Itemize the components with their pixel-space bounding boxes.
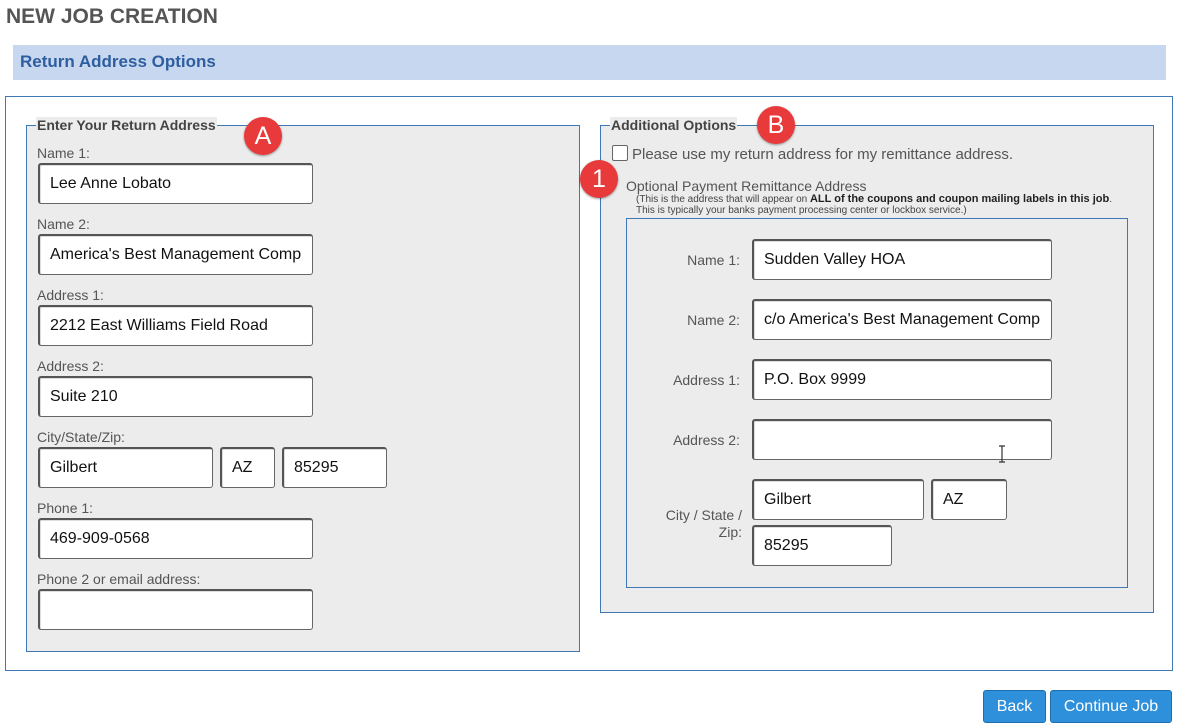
remit-city-state-zip-label: City / State / Zip: xyxy=(665,507,742,540)
remit-name2-input[interactable] xyxy=(752,299,1052,340)
address1-label: Address 1: xyxy=(37,287,104,303)
remit-address1-input[interactable] xyxy=(752,359,1052,400)
address2-label: Address 2: xyxy=(37,358,104,374)
phone2-input[interactable] xyxy=(38,589,313,630)
return-address-legend: Enter Your Return Address xyxy=(36,117,217,133)
back-button[interactable]: Back xyxy=(983,690,1046,723)
additional-options-legend: Additional Options xyxy=(610,117,738,133)
annotation-marker-1: 1 xyxy=(580,160,618,198)
address1-input[interactable] xyxy=(38,305,313,346)
address2-input[interactable] xyxy=(38,376,313,417)
remit-name2-label: Name 2: xyxy=(687,312,740,328)
city-input[interactable] xyxy=(38,447,213,488)
phone2-label: Phone 2 or email address: xyxy=(37,571,201,587)
remittance-note-bold: ALL of the coupons and coupon mailing la… xyxy=(809,193,1110,205)
annotation-marker-a: A xyxy=(244,117,282,155)
name2-input[interactable] xyxy=(38,234,313,275)
remit-zip-input[interactable] xyxy=(752,525,892,566)
city-state-zip-label: City/State/Zip: xyxy=(37,429,125,445)
zip-input[interactable] xyxy=(282,447,387,488)
remit-address2-input[interactable] xyxy=(752,419,1052,460)
remittance-title: Optional Payment Remittance Address xyxy=(626,178,867,194)
state-input[interactable] xyxy=(220,447,275,488)
remit-city-input[interactable] xyxy=(752,479,924,520)
name2-label: Name 2: xyxy=(37,216,90,232)
remit-name1-input[interactable] xyxy=(752,239,1052,280)
name1-input[interactable] xyxy=(38,163,313,204)
remit-name1-label: Name 1: xyxy=(687,252,740,268)
remit-address1-label: Address 1: xyxy=(673,372,740,388)
remit-state-input[interactable] xyxy=(931,479,1007,520)
page-title: NEW JOB CREATION xyxy=(6,5,218,28)
continue-job-button[interactable]: Continue Job xyxy=(1050,690,1172,723)
remittance-note: (This is the address that will appear on… xyxy=(636,193,1126,217)
phone1-input[interactable] xyxy=(38,518,313,559)
remittance-note-prefix: (This is the address that will appear on xyxy=(636,194,810,205)
text-cursor-icon xyxy=(999,445,1005,463)
section-title: Return Address Options xyxy=(20,52,216,71)
use-return-address-checkbox[interactable] xyxy=(612,145,628,161)
name1-label: Name 1: xyxy=(37,145,90,161)
phone1-label: Phone 1: xyxy=(37,500,94,516)
remit-address2-label: Address 2: xyxy=(673,432,740,448)
section-header: Return Address Options xyxy=(13,45,1166,80)
use-return-address-label[interactable]: Please use my return address for my remi… xyxy=(632,146,1013,163)
annotation-marker-b: B xyxy=(757,106,795,144)
